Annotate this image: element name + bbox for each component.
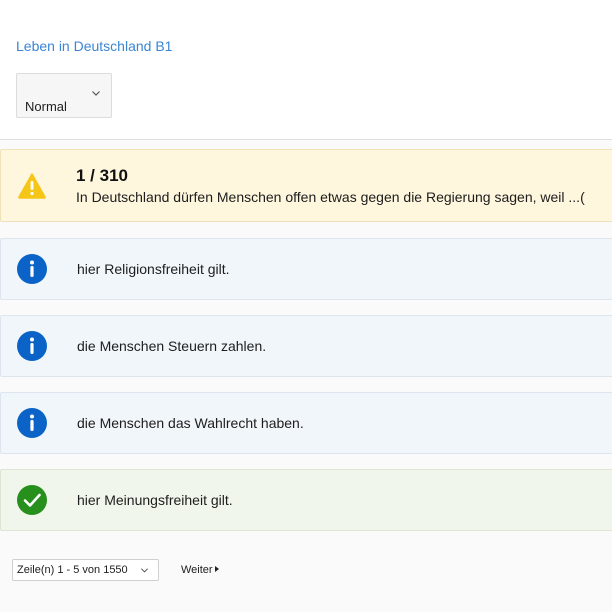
answer-card[interactable]: hier Religionsfreiheit gilt.	[0, 238, 612, 300]
answer-card[interactable]: die Menschen das Wahlrecht haben.	[0, 392, 612, 454]
answer-card[interactable]: die Menschen Steuern zahlen.	[0, 315, 612, 377]
chevron-down-icon	[92, 91, 100, 96]
next-page-label: Weiter	[181, 564, 213, 576]
answer-card-correct[interactable]: hier Meinungsfreiheit gilt.	[0, 469, 612, 531]
info-icon	[17, 408, 47, 438]
answer-text: hier Religionsfreiheit gilt.	[77, 261, 230, 277]
mode-select-value: Normal	[25, 99, 67, 114]
rows-per-page-select[interactable]: Zeile(n) 1 - 5 von 1550	[12, 559, 159, 581]
warning-icon	[18, 173, 46, 199]
next-page-link[interactable]: Weiter	[181, 564, 219, 576]
header: Leben in Deutschland B1 Normal	[0, 0, 612, 140]
mode-select[interactable]: Normal	[16, 73, 112, 118]
info-icon	[17, 254, 47, 284]
answer-text: die Menschen Steuern zahlen.	[77, 338, 267, 354]
chevron-down-icon	[140, 568, 149, 573]
triangle-right-icon	[214, 566, 219, 572]
check-circle-icon	[17, 485, 47, 515]
answer-text: die Menschen das Wahlrecht haben.	[77, 415, 304, 431]
info-icon	[17, 331, 47, 361]
question-counter: 1 / 310	[76, 166, 128, 185]
question-text: In Deutschland dürfen Menschen offen etw…	[76, 189, 585, 205]
app-title[interactable]: Leben in Deutschland B1	[16, 38, 172, 54]
rows-select-value: Zeile(n) 1 - 5 von 1550	[17, 564, 128, 576]
page: Leben in Deutschland B1 Normal 1 / 310 I…	[0, 0, 612, 612]
answer-text: hier Meinungsfreiheit gilt.	[77, 492, 233, 508]
